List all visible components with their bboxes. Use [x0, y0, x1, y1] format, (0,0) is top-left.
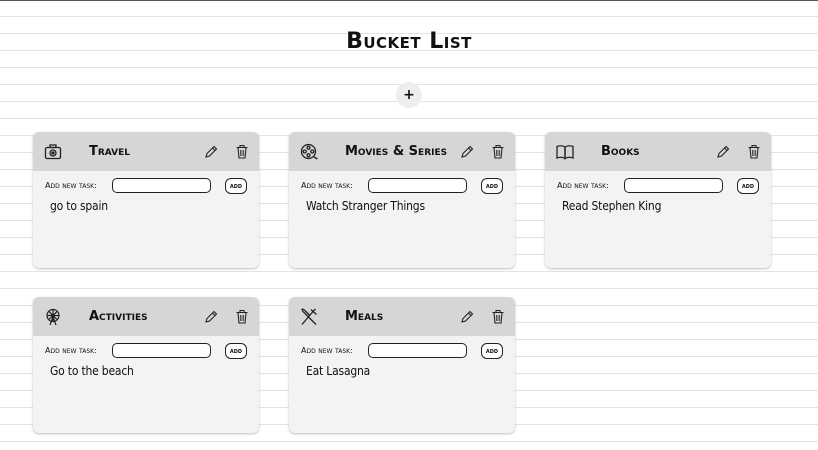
task-item[interactable]: Go to the beach: [50, 364, 134, 378]
pencil-icon[interactable]: [716, 145, 730, 159]
page-title: Bucket List: [346, 29, 472, 54]
card-header: Travel: [33, 132, 259, 171]
card-title: Activities: [89, 309, 148, 324]
trash-icon[interactable]: [491, 144, 505, 159]
card-movies-series: Movies & Series Add new task: add Watch …: [289, 132, 515, 268]
pencil-icon[interactable]: [460, 145, 474, 159]
card-books: Books Add new task: add Read Stephen Kin…: [545, 132, 771, 268]
camera-icon: [44, 144, 62, 160]
add-task-button[interactable]: add: [225, 343, 247, 359]
add-task-row: Add new task: add: [301, 178, 511, 195]
add-task-label: Add new task:: [45, 346, 97, 355]
task-item[interactable]: go to spain: [50, 199, 108, 213]
fork-knife-icon: [301, 308, 317, 325]
add-list-button[interactable]: +: [396, 82, 422, 108]
card-header: Books: [545, 132, 771, 171]
add-task-input[interactable]: [112, 178, 211, 193]
task-item[interactable]: Eat Lasagna: [306, 364, 370, 378]
add-task-row: Add new task: add: [301, 343, 511, 360]
add-task-label: Add new task:: [301, 181, 353, 190]
add-task-button[interactable]: add: [481, 343, 503, 359]
add-task-label: Add new task:: [301, 346, 353, 355]
add-task-button[interactable]: add: [737, 178, 759, 194]
film-reel-icon: [300, 143, 318, 160]
add-task-row: Add new task: add: [45, 343, 255, 360]
task-item[interactable]: Read Stephen King: [562, 199, 661, 213]
add-task-input[interactable]: [112, 343, 211, 358]
card-header: Activities: [33, 297, 259, 336]
ferris-wheel-icon: [46, 308, 60, 326]
add-task-label: Add new task:: [557, 181, 609, 190]
add-task-row: Add new task: add: [45, 178, 255, 195]
pencil-icon[interactable]: [460, 310, 474, 324]
card-title: Meals: [345, 309, 384, 324]
add-task-input[interactable]: [368, 178, 467, 193]
card-title: Travel: [89, 144, 131, 159]
trash-icon[interactable]: [235, 309, 249, 324]
card-title: Movies & Series: [345, 144, 448, 159]
add-task-input[interactable]: [624, 178, 723, 193]
trash-icon[interactable]: [235, 144, 249, 159]
add-task-row: Add new task: add: [557, 178, 767, 195]
trash-icon[interactable]: [747, 144, 761, 159]
card-header: Meals: [289, 297, 515, 336]
add-task-button[interactable]: add: [481, 178, 503, 194]
card-header: Movies & Series: [289, 132, 515, 171]
card-activities: Activities Add new task: add Go to the b…: [33, 297, 259, 433]
open-book-icon: [556, 145, 574, 160]
pencil-icon[interactable]: [204, 145, 218, 159]
card-meals: Meals Add new task: add Eat Lasagna: [289, 297, 515, 433]
add-task-button[interactable]: add: [225, 178, 247, 194]
card-travel: Travel Add new task: add go to spain: [33, 132, 259, 268]
pencil-icon[interactable]: [204, 310, 218, 324]
add-task-input[interactable]: [368, 343, 467, 358]
card-title: Books: [601, 144, 640, 159]
add-task-label: Add new task:: [45, 181, 97, 190]
trash-icon[interactable]: [491, 309, 505, 324]
task-item[interactable]: Watch Stranger Things: [306, 199, 425, 213]
